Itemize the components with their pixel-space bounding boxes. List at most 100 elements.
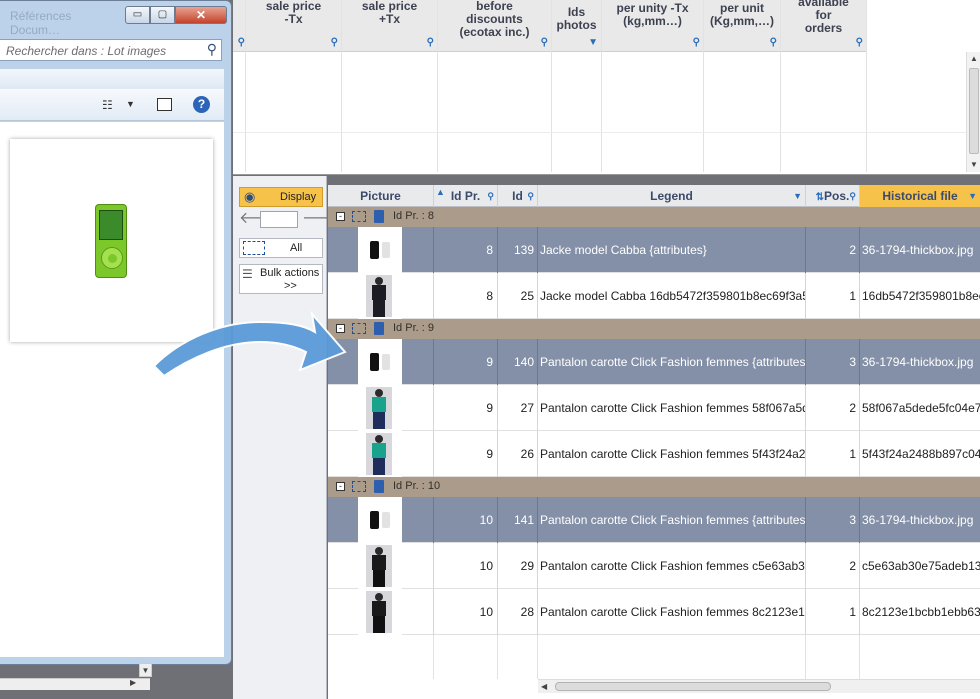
page-number-input[interactable] — [260, 211, 298, 228]
scroll-right-icon[interactable]: ▶ — [130, 678, 136, 687]
filter-icon[interactable]: ⚲ — [770, 36, 777, 49]
trash-icon[interactable] — [374, 322, 384, 335]
position-cell[interactable]: 1 — [806, 431, 860, 477]
product-thumbnail[interactable] — [358, 431, 402, 477]
horizontal-scrollbar[interactable]: ◀ — [538, 679, 980, 693]
filter-icon[interactable]: ⚲ — [693, 36, 700, 49]
selection-icon — [243, 241, 265, 255]
legend-cell[interactable]: Pantalon carotte Click Fashion femmes {a… — [538, 339, 806, 385]
table-row[interactable]: 10 141 Pantalon carotte Click Fashion femm… — [328, 497, 980, 543]
product-thumbnail[interactable] — [358, 339, 402, 385]
view-options-icon[interactable]: ☷ — [102, 98, 113, 112]
position-cell[interactable]: 3 — [806, 339, 860, 385]
product-thumbnail[interactable] — [358, 543, 402, 589]
scroll-thumb[interactable] — [555, 682, 831, 691]
minimize-button[interactable]: ▭ — [125, 6, 150, 24]
column-header[interactable]: Ids photos ▼ — [552, 0, 601, 52]
filter-funnel-icon[interactable]: ▼ — [793, 185, 802, 207]
trash-icon[interactable] — [374, 480, 384, 493]
column-header[interactable]: available for orders ⚲ — [781, 0, 866, 52]
position-cell[interactable]: 1 — [806, 273, 860, 319]
product-thumbnail[interactable] — [358, 227, 402, 273]
id-cell: 28 — [498, 589, 538, 635]
filter-icon[interactable]: ⚲ — [527, 185, 534, 207]
group-row[interactable]: - Id Pr. : 10 — [328, 477, 980, 497]
column-header-legend[interactable]: Legend ▼ — [538, 185, 806, 207]
display-button[interactable]: ◉ Display — [239, 187, 323, 207]
filter-icon[interactable]: ⚲ — [427, 36, 434, 49]
filter-funnel-icon[interactable]: ▼ — [588, 36, 598, 49]
filter-icon[interactable]: ⚲ — [238, 36, 245, 49]
product-thumbnail[interactable] — [358, 273, 402, 319]
product-thumbnail[interactable] — [358, 385, 402, 431]
drag-arrow-icon — [152, 310, 347, 378]
table-row[interactable]: 9 26 Pantalon carotte Click Fashion femmes… — [328, 431, 980, 477]
scroll-down-icon[interactable]: ▼ — [139, 663, 152, 677]
select-group-icon[interactable] — [352, 481, 366, 492]
help-icon[interactable]: ? — [193, 96, 210, 113]
filter-icon[interactable]: ⚲ — [331, 36, 338, 49]
id-pr-cell: 10 — [434, 497, 498, 543]
column-header[interactable]: per unit (Kg,mm,…) ⚲ — [704, 0, 780, 52]
position-cell[interactable]: 2 — [806, 543, 860, 589]
search-icon[interactable]: ⚲ — [207, 41, 217, 58]
id-cell: 141 — [498, 497, 538, 543]
column-header-pos[interactable]: ⇅Pos. ⚲ — [806, 185, 860, 207]
legend-cell[interactable]: Pantalon carotte Click Fashion femmes 8c… — [538, 589, 806, 635]
table-row[interactable]: 8 25 Jacke model Cabba 16db5472f359801b8ec… — [328, 273, 980, 319]
product-thumbnail[interactable] — [358, 497, 402, 543]
filter-icon[interactable]: ⚲ — [856, 36, 863, 49]
maximize-button[interactable]: ▢ — [150, 6, 175, 24]
collapse-icon[interactable]: - — [336, 212, 345, 221]
filter-funnel-icon[interactable]: ▼ — [968, 185, 977, 207]
scroll-down-icon[interactable]: ▼ — [967, 158, 980, 172]
id-pr-cell: 8 — [434, 273, 498, 319]
legend-cell[interactable]: Pantalon carotte Click Fashion femmes 5f… — [538, 431, 806, 477]
table-row[interactable]: 8 139 Jacke model Cabba {attributes} 2 36-17… — [328, 227, 980, 273]
scroll-up-icon[interactable]: ▲ — [967, 52, 980, 66]
legend-cell[interactable]: Pantalon carotte Click Fashion femmes {a… — [538, 497, 806, 543]
preview-pane-icon[interactable] — [157, 98, 172, 111]
filter-icon[interactable]: ⚲ — [487, 185, 494, 207]
filter-icon[interactable]: ⚲ — [849, 185, 856, 207]
column-header-historical-file[interactable]: Historical file ▼ — [860, 185, 980, 207]
vertical-scrollbar[interactable]: ▲ ▼ — [966, 52, 980, 172]
select-group-icon[interactable] — [352, 211, 366, 222]
filter-icon[interactable]: ⚲ — [541, 36, 548, 49]
historical-file-cell: 36-1794-thickbox.jpg — [862, 513, 974, 527]
column-header[interactable]: sale price +Tx ⚲ — [342, 0, 437, 52]
scroll-thumb[interactable] — [969, 68, 979, 154]
position-cell[interactable]: 1 — [806, 589, 860, 635]
group-row[interactable]: - Id Pr. : 8 — [328, 207, 980, 227]
column-header-picture[interactable]: Picture — [328, 185, 434, 207]
column-header[interactable]: sale price -Tx ⚲ — [246, 0, 341, 52]
position-cell[interactable]: 2 — [806, 227, 860, 273]
column-header[interactable]: before discounts (ecotax inc.) ⚲ — [438, 0, 551, 52]
table-row[interactable]: 10 28 Pantalon carotte Click Fashion femme… — [328, 589, 980, 635]
trash-icon[interactable] — [374, 210, 384, 223]
column-header-id[interactable]: Id ⚲ — [498, 185, 538, 207]
search-input[interactable]: Rechercher dans : Lot images ⚲ — [0, 39, 222, 61]
historical-file-cell: 5f43f24a2488b897c043 — [862, 447, 980, 461]
grid-side-toolbar: ◉ Display 🡐 🡒 All ☰ Bulk actions >> — [233, 176, 345, 699]
table-row[interactable]: 10 29 Pantalon carotte Click Fashion femme… — [328, 543, 980, 589]
table-row[interactable]: 9 27 Pantalon carotte Click Fashion femmes… — [328, 385, 980, 431]
position-cell[interactable]: 2 — [806, 385, 860, 431]
bulk-actions-button[interactable]: ☰ Bulk actions >> — [239, 264, 323, 294]
table-row[interactable]: 9 140 Pantalon carotte Click Fashion femme… — [328, 339, 980, 385]
group-row[interactable]: - Id Pr. : 9 — [328, 319, 980, 339]
horizontal-scrollbar[interactable]: ▶ — [0, 678, 150, 690]
legend-cell[interactable]: Jacke model Cabba 16db5472f359801b8ec69f… — [538, 273, 806, 319]
legend-cell[interactable]: Pantalon carotte Click Fashion femmes c5… — [538, 543, 806, 589]
column-header-id-pr[interactable]: ▲ Id Pr. ⚲ — [434, 185, 498, 207]
product-thumbnail[interactable] — [358, 589, 402, 635]
scroll-left-icon[interactable]: ◀ — [541, 680, 547, 694]
position-cell[interactable]: 3 — [806, 497, 860, 543]
legend-cell[interactable]: Pantalon carotte Click Fashion femmes 58… — [538, 385, 806, 431]
close-button[interactable]: ✕ — [175, 6, 227, 24]
select-all-button[interactable]: All — [239, 238, 323, 258]
chevron-down-icon[interactable]: ▼ — [126, 99, 135, 109]
legend-cell[interactable]: Jacke model Cabba {attributes} — [538, 227, 806, 273]
column-header[interactable]: per unity -Tx (kg,mm…) ⚲ — [602, 0, 703, 52]
collapse-icon[interactable]: - — [336, 482, 345, 491]
